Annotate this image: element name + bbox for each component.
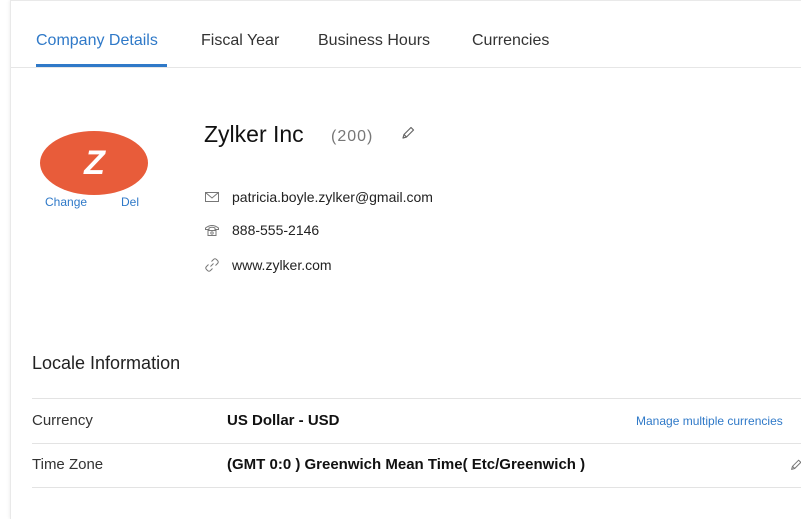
tab-currencies[interactable]: Currencies bbox=[472, 32, 549, 50]
company-email-row: patricia.boyle.zylker@gmail.com bbox=[204, 187, 433, 207]
telephone-icon bbox=[204, 222, 220, 238]
company-name: Zylker Inc bbox=[204, 121, 304, 147]
envelope-icon bbox=[204, 189, 220, 205]
company-settings-panel: Company Details Fiscal Year Business Hou… bbox=[10, 0, 801, 519]
locale-section-title: Locale Information bbox=[32, 353, 181, 373]
settings-tabs: Company Details Fiscal Year Business Hou… bbox=[11, 1, 801, 68]
company-website[interactable]: www.zylker.com bbox=[232, 257, 332, 273]
tab-company-details[interactable]: Company Details bbox=[36, 32, 158, 50]
company-logo: Z bbox=[40, 131, 148, 195]
company-website-row: www.zylker.com bbox=[204, 255, 332, 275]
edit-time-zone-pencil-icon[interactable] bbox=[789, 457, 801, 478]
tab-fiscal-year[interactable]: Fiscal Year bbox=[201, 32, 279, 50]
link-icon bbox=[204, 257, 220, 273]
manage-currencies-link[interactable]: Manage multiple currencies bbox=[636, 414, 783, 428]
company-phone: 888-555-2146 bbox=[232, 222, 320, 238]
tab-business-hours[interactable]: Business Hours bbox=[318, 32, 430, 50]
company-logo-letter: Z bbox=[84, 143, 105, 182]
time-zone-value: (GMT 0:0 ) Greenwich Mean Time( Etc/Gree… bbox=[227, 456, 586, 473]
currency-label: Currency bbox=[32, 412, 93, 429]
delete-logo-link[interactable]: Del bbox=[121, 195, 139, 209]
company-phone-row: 888-555-2146 bbox=[204, 220, 319, 240]
edit-company-pencil-icon[interactable] bbox=[400, 125, 416, 146]
active-tab-indicator bbox=[36, 64, 167, 67]
time-zone-row: Time Zone (GMT 0:0 ) Greenwich Mean Time… bbox=[32, 443, 801, 488]
currency-value: US Dollar - USD bbox=[227, 412, 340, 429]
company-email[interactable]: patricia.boyle.zylker@gmail.com bbox=[232, 189, 433, 205]
time-zone-label: Time Zone bbox=[32, 456, 104, 473]
company-employee-count: (200) bbox=[331, 128, 374, 145]
currency-row: Currency US Dollar - USD Manage multiple… bbox=[32, 398, 801, 444]
change-logo-link[interactable]: Change bbox=[45, 195, 87, 209]
